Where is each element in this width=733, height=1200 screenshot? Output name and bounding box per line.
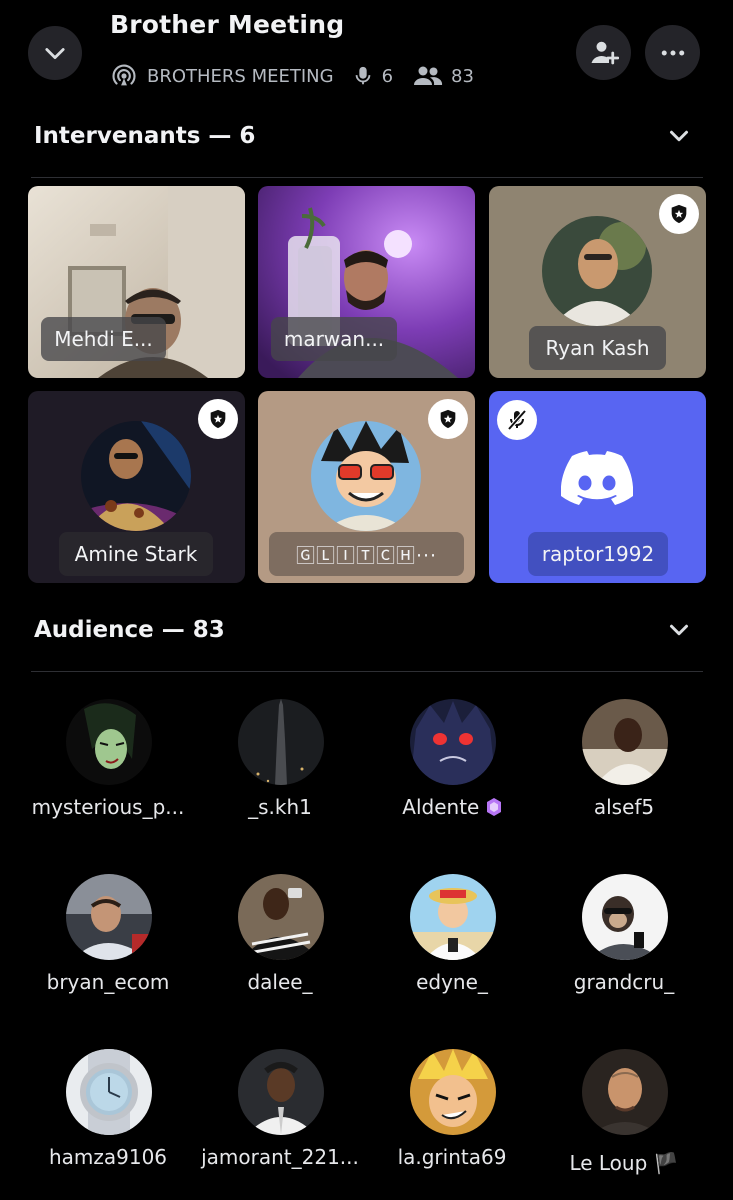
audience-name: grandcru_ [573, 970, 675, 994]
avatar [238, 874, 324, 960]
divider [31, 671, 703, 672]
shield-star-icon [440, 409, 456, 429]
chevron-down-icon [670, 624, 688, 636]
stage-info: BROTHERS MEETING 6 83 [110, 62, 490, 90]
moderator-badge [659, 194, 699, 234]
audience-member[interactable]: alsef5 [534, 699, 714, 829]
audience-name: dalee_ [247, 970, 313, 994]
mic-muted-badge [497, 400, 537, 440]
people-icon [414, 66, 443, 85]
stage-channel-name: BROTHERS MEETING [147, 65, 334, 87]
avatar [410, 1049, 496, 1135]
moderator-badge [428, 399, 468, 439]
chevron-down-icon [670, 130, 688, 142]
nitro-boost-icon [486, 798, 501, 816]
microphone-icon [355, 66, 370, 85]
discord-logo-icon [561, 451, 633, 505]
audience-name: hamza9106 [48, 1145, 168, 1169]
stage-title: Brother Meeting [110, 10, 345, 39]
avatar [582, 699, 668, 785]
stage-header: Brother Meeting BROTHERS MEETING 6 83 [0, 0, 733, 110]
audience-name: edyne_ [416, 970, 488, 994]
speaker-tile[interactable]: Ryan Kash [489, 186, 706, 378]
moderator-badge [198, 399, 238, 439]
avatar [66, 699, 152, 785]
speaker-tile[interactable]: marwan... [258, 186, 475, 378]
audience-section-header[interactable]: Audience — 83 [34, 610, 704, 650]
speaker-name: Mehdi E... [41, 317, 166, 361]
audience-member[interactable]: Le Loup 🏴 [534, 1049, 714, 1179]
speaker-tile[interactable]: 🄶🄻🄸🅃🄲🄷··· [258, 391, 475, 583]
speaker-name: marwan... [271, 317, 397, 361]
add-user-icon [591, 41, 619, 64]
speaker-name: raptor1992 [528, 532, 668, 576]
audience-member[interactable]: dalee_ [190, 874, 370, 1004]
invite-button[interactable] [576, 25, 631, 80]
avatar [311, 421, 421, 531]
collapse-button[interactable] [28, 26, 82, 80]
audience-name: la.grinta69 [397, 1145, 507, 1169]
avatar [238, 1049, 324, 1135]
audience-member[interactable]: bryan_ecom [18, 874, 198, 1004]
audience-name: jamorant_221... [201, 1145, 359, 1169]
avatar [410, 699, 496, 785]
avatar [582, 874, 668, 960]
more-icon [661, 50, 684, 55]
audience-section-label: Audience — 83 [34, 617, 225, 643]
speakers-section-header[interactable]: Intervenants — 6 [34, 116, 704, 156]
divider [31, 177, 703, 178]
avatar [582, 1049, 668, 1135]
avatar [81, 421, 191, 531]
speaker-tile[interactable]: Amine Stark [28, 391, 245, 583]
audience-member[interactable]: la.grinta69 [362, 1049, 542, 1179]
audience-name: Aldente [362, 795, 542, 819]
chevron-down-icon [45, 48, 65, 60]
speakers-section-label: Intervenants — 6 [34, 123, 256, 149]
avatar [238, 699, 324, 785]
audience-name: _s.kh1 [248, 795, 312, 819]
audience-member[interactable]: hamza9106 [18, 1049, 198, 1179]
audience-name: mysterious_p... [31, 795, 185, 819]
stage-channel-icon [112, 64, 136, 86]
avatar [410, 874, 496, 960]
speaker-name: Amine Stark [59, 532, 213, 576]
shield-star-icon [671, 204, 687, 224]
speaker-tile[interactable]: Mehdi E... [28, 186, 245, 378]
audience-name: alsef5 [593, 795, 655, 819]
speaker-count: 6 [381, 65, 394, 87]
audience-name-text: Aldente [402, 795, 480, 819]
audience-name: bryan_ecom [46, 970, 170, 994]
avatar [66, 1049, 152, 1135]
more-options-button[interactable] [645, 25, 700, 80]
audience-member[interactable]: mysterious_p... [18, 699, 198, 829]
audience-member[interactable]: edyne_ [362, 874, 542, 1004]
speaker-name: 🄶🄻🄸🅃🄲🄷··· [269, 532, 464, 576]
listener-count: 83 [451, 65, 474, 87]
mic-muted-icon [507, 409, 527, 431]
audience-member[interactable]: jamorant_221... [190, 1049, 370, 1179]
avatar [66, 874, 152, 960]
audience-member[interactable]: Aldente [362, 699, 542, 829]
speaker-tile[interactable]: raptor1992 [489, 391, 706, 583]
avatar [542, 216, 652, 326]
audience-name: Le Loup 🏴 [569, 1151, 679, 1175]
audience-member[interactable]: grandcru_ [534, 874, 714, 1004]
shield-star-icon [210, 409, 226, 429]
audience-member[interactable]: _s.kh1 [190, 699, 370, 829]
speaker-name: Ryan Kash [529, 326, 666, 370]
